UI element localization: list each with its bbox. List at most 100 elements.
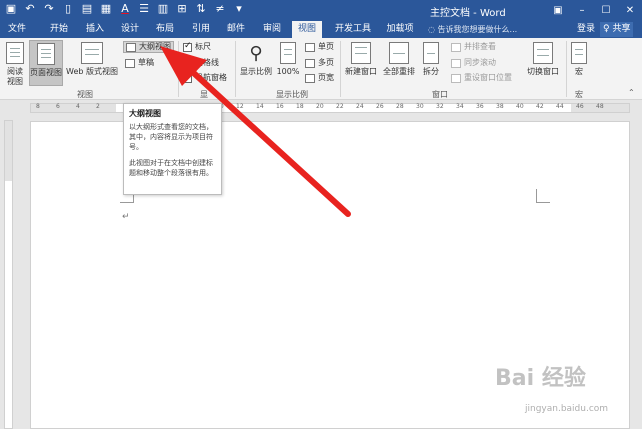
outline-view-tooltip: 大纲视图 以大纲形式查看您的文档，其中，内容将显示为项目符号。 此视图对于在文档… <box>123 103 222 195</box>
page-100-icon <box>280 42 296 64</box>
page-view-icon[interactable]: ▥ <box>156 2 170 16</box>
undo-icon[interactable]: ↶ <box>23 2 37 16</box>
separator <box>340 41 341 97</box>
open-icon[interactable]: ▤ <box>80 2 94 16</box>
tell-me-search[interactable]: ◌ 告诉我您想要做什么... <box>428 24 517 35</box>
maximize-button[interactable]: ☐ <box>594 0 618 21</box>
sync-scroll-icon <box>451 58 461 68</box>
draft-icon <box>125 58 135 68</box>
tab-mailings[interactable]: 邮件 <box>223 21 249 38</box>
watermark-logo: Bai 经验 <box>495 366 586 391</box>
horizontal-ruler[interactable]: 8 6 4 2 2 4 6 8 10 12 14 16 18 20 22 24 … <box>30 103 630 113</box>
tab-design[interactable]: 设计 <box>117 21 143 38</box>
nav-pane-checkbox[interactable]: 导航窗格 <box>183 73 227 83</box>
macros-button[interactable]: 宏 <box>568 42 590 77</box>
read-mode-icon <box>6 42 24 64</box>
tooltip-title: 大纲视图 <box>129 109 161 118</box>
window-title: 主控文档 - Word <box>430 8 506 19</box>
paragraph-mark[interactable]: ↵ <box>122 212 130 222</box>
tab-insert[interactable]: 插入 <box>82 21 108 38</box>
lightbulb-icon: ◌ <box>428 25 438 34</box>
read-mode-button[interactable]: 阅读 视图 <box>3 42 27 87</box>
redo-icon[interactable]: ↷ <box>42 2 56 16</box>
layout-icon[interactable]: ⊞ <box>175 2 189 16</box>
new-icon[interactable]: ▯ <box>61 2 75 16</box>
print-icon[interactable]: ▦ <box>99 2 113 16</box>
zoom-group-label: 显示比例 <box>276 90 308 99</box>
views-group-label: 视图 <box>77 90 93 99</box>
arrange-all-button[interactable]: 全部重排 <box>381 42 417 77</box>
switch-windows-icon <box>533 42 553 64</box>
show-group-label: 显 <box>200 90 208 99</box>
print-layout-button[interactable]: 页面视图 <box>29 40 63 86</box>
one-page-icon <box>305 42 315 52</box>
new-window-button[interactable]: 新建窗口 <box>343 42 379 77</box>
tab-developer[interactable]: 开发工具 <box>333 21 373 38</box>
separator <box>566 41 567 97</box>
login-link[interactable]: 登录 <box>577 21 595 38</box>
quick-access-toolbar: ▣ ↶ ↷ ▯ ▤ ▦ A ☰ ▥ ⊞ ⇅ ≠ ▾ <box>4 2 246 16</box>
magnifier-icon: ⚲ <box>249 43 263 64</box>
checkbox-checked-icon <box>183 41 192 52</box>
window-controls: ▣ – ☐ ✕ <box>546 0 642 21</box>
page-width-icon <box>305 73 315 83</box>
symbol-icon[interactable]: ≠ <box>213 2 227 16</box>
collapse-ribbon-icon[interactable]: ⌃ <box>628 88 635 97</box>
macros-group-label: 宏 <box>575 90 583 99</box>
ribbon-options-icon[interactable]: ▣ <box>546 0 570 21</box>
tab-file[interactable]: 文件 <box>4 21 30 38</box>
font-color-icon[interactable]: A <box>118 2 132 16</box>
switch-windows-button[interactable]: 切换窗口 <box>523 42 563 77</box>
share-button[interactable]: ♀ 共享 <box>600 22 634 37</box>
split-icon <box>423 42 439 64</box>
macros-icon <box>571 42 587 64</box>
minimize-button[interactable]: – <box>570 0 594 21</box>
title-bar: ▣ ↶ ↷ ▯ ▤ ▦ A ☰ ▥ ⊞ ⇅ ≠ ▾ 主控文档 - Word ▣ … <box>0 0 642 21</box>
ribbon-tabs: 文件 开始 插入 设计 布局 引用 邮件 审阅 视图 开发工具 加载项 ◌ 告诉… <box>0 21 642 38</box>
close-button[interactable]: ✕ <box>618 0 642 21</box>
zoom-button[interactable]: ⚲ 显示比例 <box>238 42 274 77</box>
checkbox-icon <box>183 73 192 83</box>
separator <box>178 41 179 97</box>
reset-position-icon <box>451 73 461 83</box>
draft-view-button[interactable]: 草稿 <box>125 58 154 68</box>
tab-home[interactable]: 开始 <box>46 21 72 38</box>
separator <box>235 41 236 97</box>
multi-page-button[interactable]: 多页 <box>305 58 334 68</box>
zoom-100-button[interactable]: 100% <box>276 42 300 77</box>
tab-references[interactable]: 引用 <box>188 21 214 38</box>
tab-view[interactable]: 视图 <box>292 21 322 38</box>
outline-icon <box>126 42 136 52</box>
save-icon[interactable]: ▣ <box>4 2 18 16</box>
more-icon[interactable]: ▾ <box>232 2 246 16</box>
tooltip-body: 此视图对于在文档中创建标题和移动整个段落很有用。 <box>129 159 213 177</box>
page-width-button[interactable]: 页宽 <box>305 73 334 83</box>
tooltip-body: 以大纲形式查看您的文档，其中，内容将显示为项目符号。 <box>129 123 213 151</box>
side-by-side-icon <box>451 42 461 52</box>
sort-icon[interactable]: ⇅ <box>194 2 208 16</box>
reset-position-button[interactable]: 重设窗口位置 <box>451 73 512 83</box>
print-layout-icon <box>37 43 55 65</box>
sync-scroll-button[interactable]: 同步滚动 <box>451 58 496 68</box>
tab-addins[interactable]: 加载项 <box>384 21 416 38</box>
tab-review[interactable]: 审阅 <box>259 21 285 38</box>
vertical-ruler[interactable] <box>4 120 13 429</box>
ruler-checkbox[interactable]: 标尺 <box>183 41 211 52</box>
margin-corner-mark <box>536 189 550 203</box>
checkbox-icon <box>183 58 192 68</box>
list-icon[interactable]: ☰ <box>137 2 151 16</box>
gridlines-checkbox[interactable]: 网格线 <box>183 58 219 68</box>
window-group-label: 窗口 <box>432 90 448 99</box>
multi-page-icon <box>305 58 315 68</box>
arrange-all-icon <box>389 42 409 64</box>
split-button[interactable]: 拆分 <box>419 42 443 77</box>
web-layout-button[interactable]: Web 版式视图 <box>66 42 118 77</box>
ruler-bar: 8 6 4 2 2 4 6 8 10 12 14 16 18 20 22 24 … <box>0 100 642 116</box>
outline-view-button[interactable]: 大纲视图 <box>123 41 174 53</box>
tab-layout[interactable]: 布局 <box>152 21 178 38</box>
side-by-side-button[interactable]: 并排查看 <box>451 42 496 52</box>
watermark: Bai 经验 jingyan.baidu.com <box>495 360 635 420</box>
web-layout-icon <box>81 42 103 64</box>
watermark-url: jingyan.baidu.com <box>525 404 609 414</box>
one-page-button[interactable]: 单页 <box>305 42 334 52</box>
